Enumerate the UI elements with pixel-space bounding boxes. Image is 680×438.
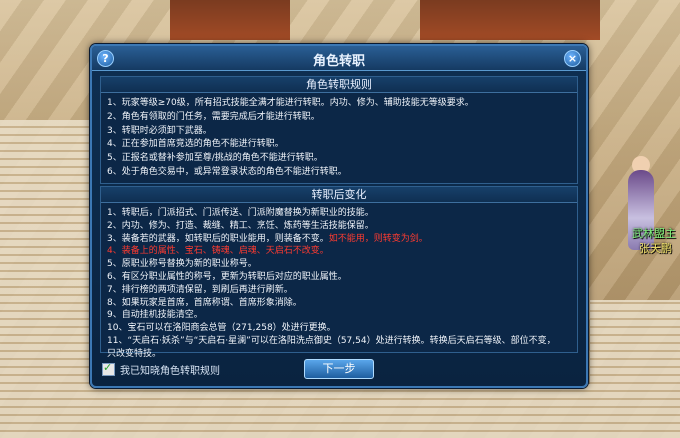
rule-item: 2、角色有领取的门任务，需要完成后才能进行转职。 — [107, 111, 320, 122]
change-item: 10、宝石可以在洛阳商会总管（271,258）处进行更换。 — [107, 322, 577, 335]
npc-name: 张天鹏 — [639, 242, 672, 255]
acknowledge-label[interactable]: 我已知晓角色转职规则 — [120, 362, 220, 377]
job-change-dialog: ? 角色转职 × 角色转职规则 1、玩家等级≥70级，所有招式技能全满才能进行转… — [90, 44, 588, 388]
changes-header: 转职后变化 — [101, 187, 577, 203]
change-text: 8、如果玩家是首席，首席称谓、首席形象消除。 — [107, 297, 302, 308]
change-text: 10、宝石可以在洛阳商会总管（271,258）处进行更换。 — [107, 323, 336, 334]
change-text: 9、自动挂机技能清空。 — [107, 310, 203, 321]
change-text: 3、装备若的武器，如转职后的职业能用，则装备不变。 — [107, 233, 329, 244]
rules-header: 角色转职规则 — [101, 77, 577, 93]
change-item: 3、装备若的武器，如转职后的职业能用，则装备不变。如不能用，则转变为剑。 — [107, 233, 577, 246]
npc-title: 武林盟主 — [632, 227, 676, 240]
stone-stairs-left — [0, 120, 90, 438]
close-icon[interactable]: × — [564, 50, 581, 67]
acknowledge-checkbox-row[interactable]: 我已知晓角色转职规则 — [102, 361, 220, 377]
rule-item: 5、正报名或替补参加至尊/挑战的角色不能进行转职。 — [107, 153, 323, 164]
dialog-title: 角色转职 — [312, 54, 365, 69]
change-text: 1、转职后，门派招式、门派传送、门派附魔替换为新职业的技能。 — [107, 208, 374, 218]
npc-character[interactable] — [612, 150, 670, 290]
change-item: 8、如果玩家是首席，首席称谓、首席形象消除。 — [107, 297, 577, 310]
change-item: 11、“天启石·妖杀”与“天启石·星澜”可以在洛阳洗点御史（57,54）处进行转… — [107, 335, 577, 348]
change-item: 2、内功、修为、打造、裁缝、精工、烹饪、炼药等生活技能保留。 — [107, 220, 577, 233]
next-button[interactable]: 下一步 — [304, 359, 374, 379]
change-text: 5、原职业称号替换为新的职业称号。 — [107, 259, 257, 270]
changes-list: 1、转职后，门派招式、门派传送、门派附魔替换为新职业的技能。 2、内功、修为、打造… — [107, 207, 577, 361]
stone-stairs-bottom — [90, 384, 590, 438]
change-text: 只改变特技。 — [107, 348, 162, 359]
change-item: 9、自动挂机技能清空。 — [107, 309, 577, 322]
dialog-titlebar: ? 角色转职 × — [92, 46, 586, 71]
change-item: 5、原职业称号替换为新的职业称号。 — [107, 258, 577, 271]
rule-item: 3、转职时必须卸下武器。 — [107, 125, 212, 136]
change-text: 11、“天启石·妖杀”与“天启石·星澜”可以在洛阳洗点御史（57,54）处进行转… — [107, 335, 556, 346]
rules-list: 1、玩家等级≥70级，所有招式技能全满才能进行转职。内功、修为、辅助技能无等级要… — [107, 97, 577, 180]
change-text: 6、有区分职业属性的称号，更新为转职后对应的职业属性。 — [107, 271, 347, 282]
change-text: 2、内功、修为、打造、裁缝、精工、烹饪、炼药等生活技能保留。 — [107, 220, 374, 231]
change-item: 6、有区分职业属性的称号，更新为转职后对应的职业属性。 — [107, 271, 577, 284]
change-warning-text: 4、装备上的属性、宝石、铸魂、启魂、天启石不改变。 — [107, 246, 329, 257]
rule-item: 1、玩家等级≥70级，所有招式技能全满才能进行转职。内功、修为、辅助技能无等级要… — [107, 98, 474, 108]
changes-panel: 转职后变化 1、转职后，门派招式、门派传送、门派附魔替换为新职业的技能。 2、内功… — [100, 186, 578, 359]
change-item: 1、转职后，门派招式、门派传送、门派附魔替换为新职业的技能。 — [107, 207, 577, 220]
palace-roof — [420, 0, 600, 40]
palace-roof — [170, 0, 290, 40]
change-text: 7、排行榜的两项清保留，到刷后再进行刷新。 — [107, 284, 293, 295]
rules-panel: 角色转职规则 1、玩家等级≥70级，所有招式技能全满才能进行转职。内功、修为、辅… — [100, 76, 578, 184]
stone-stairs-right — [590, 300, 680, 438]
acknowledge-checkbox[interactable] — [102, 361, 115, 376]
rule-item: 6、处于角色交易中，或异常登录状态的角色不能进行转职。 — [107, 166, 347, 177]
rule-item: 4、正在参加首席竞选的角色不能进行转职。 — [107, 139, 284, 150]
change-warning-text: 如不能用，则转变为剑。 — [328, 233, 428, 244]
change-item: 4、装备上的属性、宝石、铸魂、启魂、天启石不改变。 — [107, 245, 577, 258]
change-item: 7、排行榜的两项清保留，到刷后再进行刷新。 — [107, 284, 577, 297]
